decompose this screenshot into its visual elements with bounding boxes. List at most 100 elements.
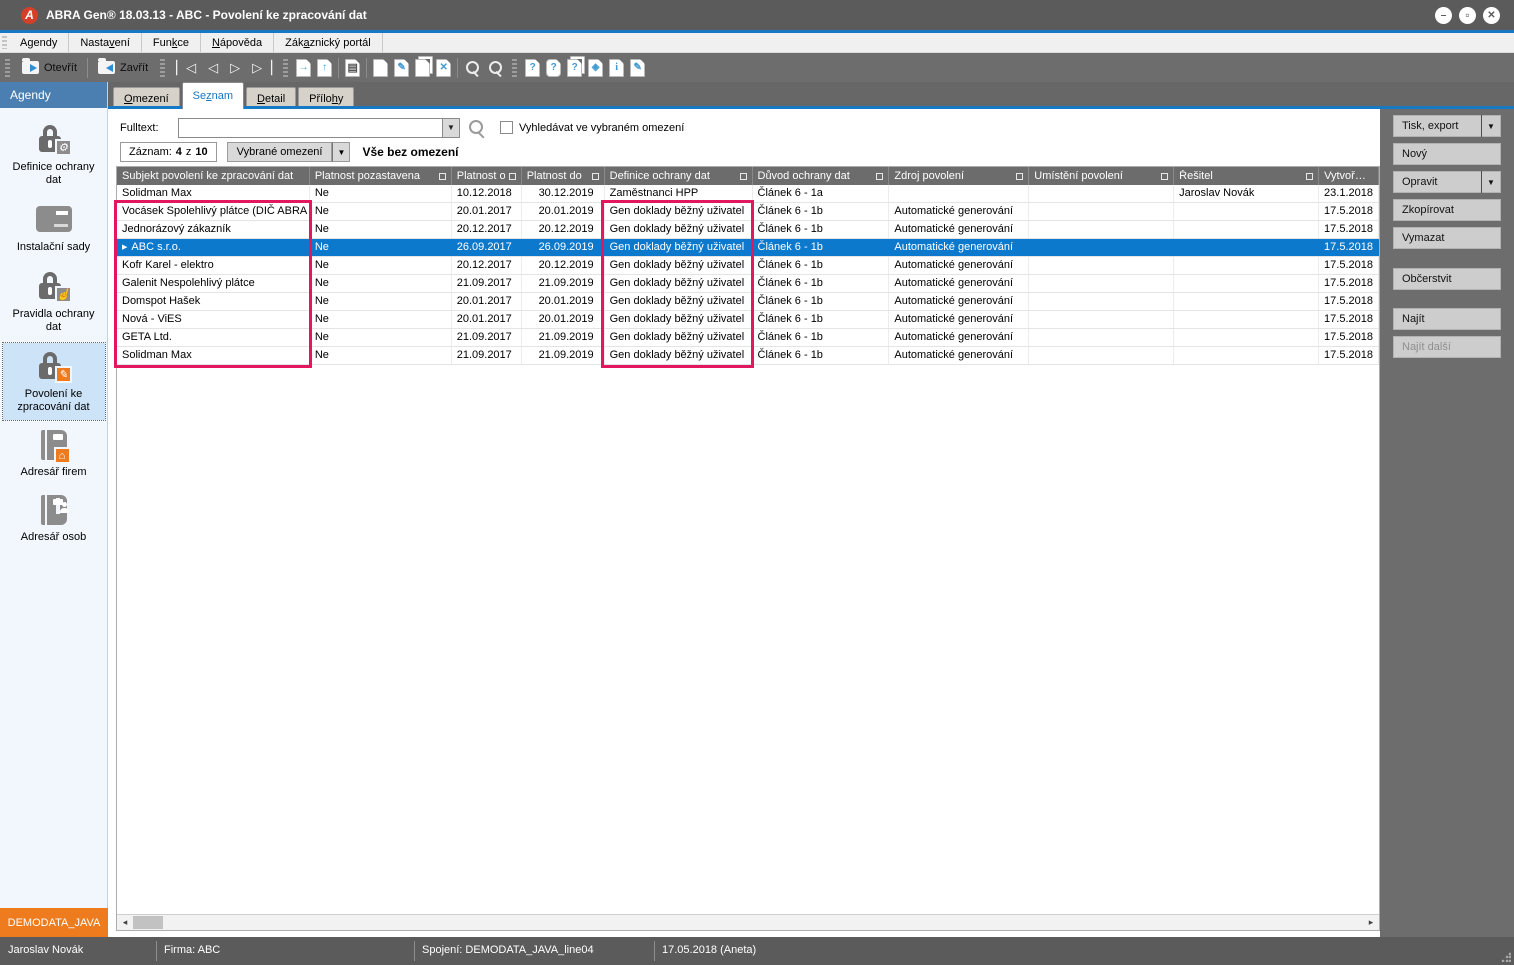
fulltext-search-icon[interactable] [468, 119, 486, 137]
table-row[interactable]: Vocásek Spolehlivý plátce (DIČ ABRANe20.… [117, 203, 1379, 221]
find-button[interactable]: Najít [1393, 308, 1501, 330]
info-icon[interactable] [609, 59, 624, 77]
selected-restriction-button[interactable]: Vybrané omezení [227, 142, 333, 162]
column-header[interactable]: Vytvoř… [1319, 167, 1379, 185]
column-header[interactable]: Definice ochrany dat [605, 167, 753, 185]
print-export-button[interactable]: Tisk, export [1393, 115, 1501, 137]
column-header[interactable]: Umístění povolení [1029, 167, 1174, 185]
notes-icon[interactable] [630, 59, 645, 77]
minimize-button[interactable] [1435, 7, 1452, 24]
toolbar-grip [512, 59, 517, 77]
related-records-icon[interactable] [588, 59, 603, 77]
previous-record-icon[interactable] [202, 60, 224, 76]
table-cell: 20.12.2019 [522, 257, 605, 274]
fulltext-input[interactable] [179, 119, 442, 137]
column-header[interactable]: Platnost do [522, 167, 605, 185]
table-cell [1029, 257, 1174, 274]
table-cell: Článek 6 - 1b [753, 293, 890, 310]
delete-record-icon[interactable] [436, 59, 451, 77]
table-row[interactable]: Kofr Karel - elektroNe20.12.201720.12.20… [117, 257, 1379, 275]
delete-button[interactable]: Vymazat [1393, 227, 1501, 249]
close-agenda-button[interactable]: Zavřít [91, 56, 155, 80]
last-record-icon[interactable] [246, 60, 278, 76]
open-button[interactable]: Otevřít [15, 56, 84, 80]
sidebar-item-povoleni-ke-zpracovani-dat[interactable]: Povolení ke zpracování dat [3, 343, 105, 420]
column-header[interactable]: Subjekt povolení ke zpracování dat [117, 167, 310, 185]
help-icon[interactable] [525, 59, 540, 77]
first-record-icon[interactable] [170, 60, 202, 76]
menu-napoveda[interactable]: Nápověda [201, 33, 274, 52]
column-header[interactable]: Zdroj povolení [889, 167, 1029, 185]
sidebar-item-adresar-osob[interactable]: Adresář osob [3, 488, 105, 550]
table-cell: Gen doklady běžný uživatel [605, 239, 753, 256]
fulltext-combobox [178, 118, 460, 138]
scroll-right-button[interactable] [1363, 915, 1379, 930]
sidebar-item-pravidla-ochrany-dat[interactable]: Pravidla ochrany dat [3, 263, 105, 340]
table-cell: Ne [310, 329, 452, 346]
table-row[interactable]: Nová - ViESNe20.01.201720.01.2019Gen dok… [117, 311, 1379, 329]
table-cell: 20.01.2017 [452, 203, 522, 220]
table-row[interactable]: Solidman MaxNe10.12.201830.12.2019Zaměst… [117, 185, 1379, 203]
column-filter-icon[interactable] [1306, 173, 1313, 180]
resize-grip-icon[interactable] [1501, 952, 1511, 962]
table-row[interactable]: Solidman MaxNe21.09.201721.09.2019Gen do… [117, 347, 1379, 365]
menu-agendy[interactable]: Agendy [9, 33, 69, 52]
search-in-restriction-checkbox[interactable] [500, 121, 513, 134]
sidebar-item-adresar-firem[interactable]: Adresář firem [3, 423, 105, 485]
edit-record-icon[interactable] [394, 59, 409, 77]
new-button[interactable]: Nový [1393, 143, 1501, 165]
tab-seznam[interactable]: Seznam [182, 82, 244, 109]
toolbar-grip [160, 59, 165, 77]
sidebar-item-definice-ochrany-dat[interactable]: Definice ochrany dat [3, 116, 105, 193]
sidebar-item-instalacni-sady[interactable]: Instalační sady [3, 196, 105, 260]
column-header[interactable]: Řešitel [1174, 167, 1319, 185]
new-record-icon[interactable] [373, 59, 388, 77]
column-filter-icon[interactable] [592, 173, 599, 180]
open-in-editation-icon[interactable] [296, 59, 311, 77]
print-icon[interactable] [345, 59, 360, 77]
table-cell: 21.09.2019 [522, 275, 605, 292]
column-filter-icon[interactable] [876, 173, 883, 180]
next-record-icon[interactable] [224, 60, 246, 76]
table-row[interactable]: Jednorázový zákazníkNe20.12.201720.12.20… [117, 221, 1379, 239]
menu-zakaznicky-portal[interactable]: Zákaznický portál [274, 33, 383, 52]
menu-funkce[interactable]: Funkce [142, 33, 201, 52]
close-button[interactable] [1483, 7, 1500, 24]
copy-record-icon[interactable] [415, 59, 430, 77]
scroll-left-button[interactable] [117, 915, 133, 930]
scroll-thumb[interactable] [133, 916, 163, 929]
search-icon[interactable] [464, 59, 481, 77]
find-next-button[interactable]: Najít další [1393, 336, 1501, 358]
context-help-icon[interactable] [546, 59, 561, 77]
table-cell [1174, 347, 1319, 364]
column-filter-icon[interactable] [740, 173, 747, 180]
column-header[interactable]: Platnost od [452, 167, 522, 185]
table-row[interactable]: GETA Ltd.Ne21.09.201721.09.2019Gen dokla… [117, 329, 1379, 347]
refresh-search-icon[interactable] [487, 59, 504, 77]
table-row[interactable]: Domspot HašekNe20.01.201720.01.2019Gen d… [117, 293, 1379, 311]
checkbox-label: Vyhledávat ve vybraném omezení [519, 122, 684, 134]
table-cell: 17.5.2018 [1319, 347, 1379, 364]
copy-button[interactable]: Zkopírovat [1393, 199, 1501, 221]
edit-dropdown-icon[interactable] [1481, 171, 1500, 193]
column-filter-icon[interactable] [509, 173, 516, 180]
table-cell [1029, 347, 1174, 364]
column-header[interactable]: Důvod ochrany dat [753, 167, 890, 185]
fulltext-dropdown-button[interactable] [442, 119, 459, 137]
print-export-dropdown-icon[interactable] [1481, 115, 1500, 137]
column-filter-icon[interactable] [1016, 173, 1023, 180]
toolbar-grip [283, 59, 288, 77]
table-row[interactable]: ABC s.r.o.Ne26.09.201726.09.2019Gen dokl… [117, 239, 1379, 257]
column-filter-icon[interactable] [439, 173, 446, 180]
column-filter-icon[interactable] [1161, 173, 1168, 180]
column-header[interactable]: Platnost pozastavena [310, 167, 452, 185]
edit-button[interactable]: Opravit [1393, 171, 1501, 193]
help-topics-icon[interactable] [567, 59, 582, 77]
table-row[interactable]: Galenit Nespolehlivý plátceNe21.09.20172… [117, 275, 1379, 293]
reopen-agenda-icon[interactable] [317, 59, 332, 77]
refresh-button[interactable]: Občerstvit [1393, 268, 1501, 290]
menu-nastaveni[interactable]: Nastavení [69, 33, 142, 52]
horizontal-scrollbar[interactable] [117, 914, 1379, 930]
restriction-dropdown-button[interactable] [332, 142, 350, 162]
maximize-button[interactable] [1459, 7, 1476, 24]
